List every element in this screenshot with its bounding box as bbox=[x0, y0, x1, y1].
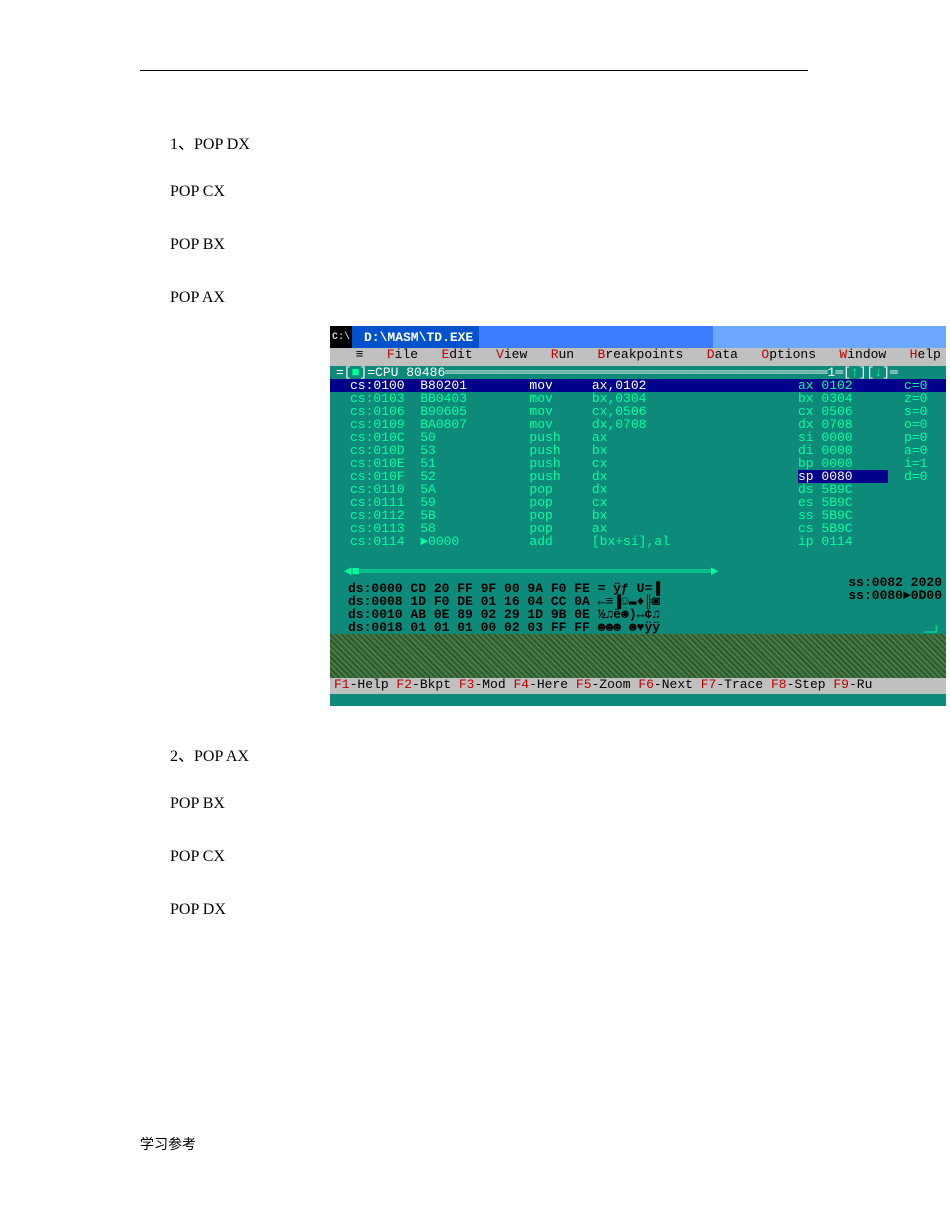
flag[interactable]: d=0 bbox=[904, 470, 944, 483]
fkey-f1[interactable]: F1-Help bbox=[334, 678, 396, 692]
reg-ip[interactable]: ip 0114 bbox=[798, 535, 888, 548]
text-line: 2、POP AX bbox=[170, 742, 249, 766]
debugger-window: C:\ D:\MASM\TD.EXE ≡ File Edit View Run … bbox=[330, 326, 946, 706]
footer-text: 学习参考 bbox=[140, 1134, 196, 1154]
menu-help[interactable]: Help bbox=[910, 347, 950, 362]
titlebar-gradient bbox=[713, 326, 946, 348]
header-rule bbox=[140, 70, 808, 71]
text-line: POP DX bbox=[170, 901, 226, 919]
text-line: POP BX bbox=[170, 795, 225, 813]
fkey-f4[interactable]: F4-Here bbox=[513, 678, 575, 692]
text-line: POP CX bbox=[170, 183, 225, 201]
menu-options[interactable]: Options bbox=[761, 347, 839, 362]
menu-run[interactable]: Run bbox=[551, 347, 598, 362]
fkey-f6[interactable]: F6-Next bbox=[638, 678, 700, 692]
dump-line[interactable]: ds:0018 01 01 01 00 02 03 FF FF ☻☻☻ ☻♥ÿÿ bbox=[348, 621, 946, 634]
menu-breakpoints[interactable]: Breakpoints bbox=[598, 347, 707, 362]
fkey-f8[interactable]: F8-Step bbox=[771, 678, 833, 692]
stack-line[interactable]: ss:0080►0D00 bbox=[848, 589, 942, 602]
menu-edit[interactable]: Edit bbox=[441, 347, 496, 362]
fkey-f9[interactable]: F9-Ru bbox=[833, 678, 872, 692]
menu-file[interactable]: File bbox=[387, 347, 442, 362]
frame-corner: ─┘ bbox=[924, 626, 940, 639]
text-line: 1、POP DX bbox=[170, 130, 250, 154]
window-title: D:\MASM\TD.EXE bbox=[358, 331, 479, 344]
function-key-bar[interactable]: F1-Help F2-Bkpt F3-Mod F4-Here F5-Zoom F… bbox=[330, 678, 946, 694]
registers-panel[interactable]: ax 0102bx 0304cx 0506dx 0708si 0000di 00… bbox=[798, 379, 888, 548]
menubar[interactable]: ≡ File Edit View Run Breakpoints Data Op… bbox=[330, 348, 946, 366]
menu-view[interactable]: View bbox=[496, 347, 551, 362]
fkey-f3[interactable]: F3-Mod bbox=[459, 678, 514, 692]
fkey-f7[interactable]: F7-Trace bbox=[701, 678, 771, 692]
fkey-f5[interactable]: F5-Zoom bbox=[576, 678, 638, 692]
stack-panel[interactable]: ss:0082 2020ss:0080►0D00 bbox=[848, 576, 942, 602]
code-panel[interactable]: cs:0100 B80201 mov ax,0102cs:0103 BB0403… bbox=[330, 379, 946, 565]
titlebar[interactable]: C:\ D:\MASM\TD.EXE bbox=[330, 326, 946, 348]
desktop-background bbox=[330, 634, 946, 678]
titlebar-gradient bbox=[479, 326, 712, 348]
cmd-icon: C:\ bbox=[330, 326, 352, 348]
text-line: POP AX bbox=[170, 289, 225, 307]
menu-window[interactable]: Window bbox=[839, 347, 909, 362]
fkey-f2[interactable]: F2-Bkpt bbox=[396, 678, 458, 692]
text-line: POP CX bbox=[170, 848, 225, 866]
text-line: POP BX bbox=[170, 236, 225, 254]
flags-panel[interactable]: c=0z=0s=0o=0p=0a=0i=1d=0 bbox=[904, 379, 944, 483]
menu-data[interactable]: Data bbox=[707, 347, 762, 362]
